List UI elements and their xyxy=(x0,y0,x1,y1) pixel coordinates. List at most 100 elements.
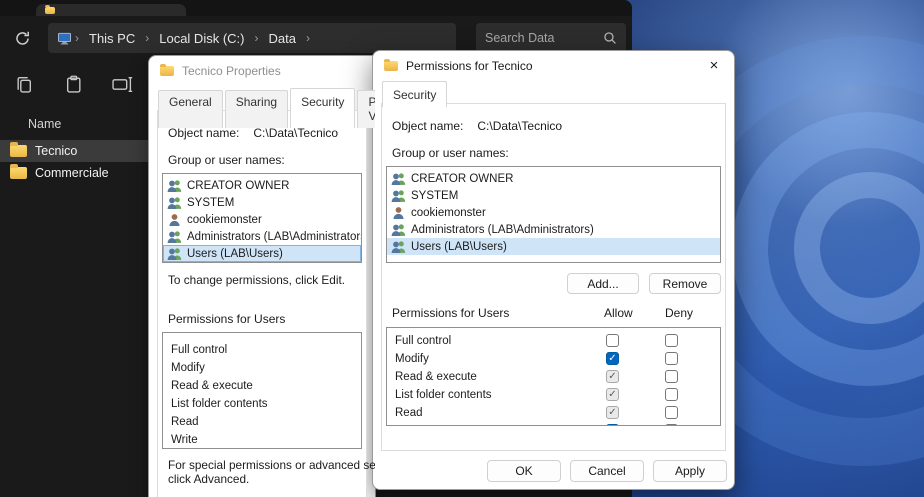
permission-row-clipped: Write xyxy=(387,422,720,426)
deny-checkbox[interactable] xyxy=(665,334,678,347)
group-name: cookiemonster xyxy=(411,207,486,219)
tab-security[interactable]: Security xyxy=(290,88,355,128)
permission-row: Full control xyxy=(387,332,720,350)
add-button[interactable]: Add... xyxy=(567,273,639,294)
permissions-dialog-icon xyxy=(384,61,398,71)
ok-button[interactable]: OK xyxy=(487,460,561,482)
group-names-label: Group or user names: xyxy=(392,146,715,160)
rename-icon[interactable] xyxy=(111,73,133,95)
group-name: CREATOR OWNER xyxy=(411,173,513,185)
group-row-selected[interactable]: Users (LAB\Users) xyxy=(387,238,720,255)
group-name: cookiemonster xyxy=(187,214,262,226)
deny-checkbox[interactable] xyxy=(665,406,678,419)
tab-general[interactable]: General xyxy=(158,90,223,128)
group-row[interactable]: CREATOR OWNER xyxy=(163,177,361,194)
tab-previous-versions[interactable]: Previous Versions xyxy=(357,90,376,128)
allow-checkbox[interactable] xyxy=(606,334,619,347)
dialog-title: Tecnico Properties xyxy=(182,64,281,78)
permissions-for-users-label: Permissions for Users xyxy=(392,306,509,320)
object-name-label: Object name: xyxy=(392,119,463,133)
group-row[interactable]: Administrators (LAB\Administrators) xyxy=(163,228,361,245)
group-list: CREATOR OWNER SYSTEM cookiemonster Admin… xyxy=(386,166,721,263)
permission-row: Read & execute xyxy=(387,368,720,386)
apply-button[interactable]: Apply xyxy=(653,460,727,482)
folder-icon xyxy=(45,7,55,14)
dialog-titlebar[interactable]: Tecnico Properties xyxy=(149,56,375,85)
permission-row[interactable]: List folder contents xyxy=(163,396,361,414)
permission-row[interactable]: Read xyxy=(163,414,361,432)
properties-tabs: General Sharing Security Previous Versio… xyxy=(158,88,376,128)
group-name: Users (LAB\Users) xyxy=(187,248,283,260)
users-group-icon xyxy=(391,172,406,185)
chevron-right-icon[interactable]: › xyxy=(251,31,261,45)
permission-row: Modify xyxy=(387,350,720,368)
group-name: SYSTEM xyxy=(187,197,234,209)
explorer-tab[interactable] xyxy=(36,4,186,16)
chevron-right-icon[interactable]: › xyxy=(142,31,152,45)
search-box[interactable] xyxy=(476,23,626,53)
deny-checkbox[interactable] xyxy=(665,370,678,383)
close-icon[interactable]: × xyxy=(694,51,734,80)
tab-security[interactable]: Security xyxy=(382,81,447,107)
search-input[interactable] xyxy=(485,31,603,45)
security-tab-page: Object name: C:\Data\Tecnico Group or us… xyxy=(381,103,726,451)
deny-checkbox[interactable] xyxy=(665,388,678,401)
chevron-right-icon[interactable]: › xyxy=(303,31,313,45)
allow-checkbox[interactable] xyxy=(606,352,619,365)
group-name: Administrators (LAB\Administrators) xyxy=(411,224,594,236)
user-icon xyxy=(391,206,406,219)
users-group-icon xyxy=(167,179,182,192)
allow-checkbox[interactable] xyxy=(606,424,619,426)
dialog-titlebar[interactable]: Permissions for Tecnico × xyxy=(373,51,734,80)
cancel-button[interactable]: Cancel xyxy=(570,460,644,482)
group-row[interactable]: cookiemonster xyxy=(163,211,361,228)
command-bar xyxy=(0,62,133,106)
group-row[interactable]: SYSTEM xyxy=(163,194,361,211)
refresh-button[interactable] xyxy=(8,24,36,52)
file-name: Tecnico xyxy=(35,144,77,158)
permission-name: List folder contents xyxy=(395,389,492,401)
deny-checkbox[interactable] xyxy=(665,424,678,426)
chevron-right-icon[interactable]: › xyxy=(72,31,82,45)
permission-row: Read xyxy=(387,404,720,422)
breadcrumb-local-disk-c[interactable]: Local Disk (C:) xyxy=(152,31,251,46)
permission-row[interactable]: Write xyxy=(163,432,361,449)
permission-name: Read & execute xyxy=(395,371,477,383)
security-tab-page: Object name: C:\Data\Tecnico Group or us… xyxy=(157,110,367,497)
permission-name: Read xyxy=(395,407,423,419)
permissions-for-users-label: Permissions for Users xyxy=(168,312,356,326)
explorer-tab-strip xyxy=(0,0,632,16)
permission-name: Modify xyxy=(395,353,429,365)
breadcrumb[interactable]: › This PC › Local Disk (C:) › Data › xyxy=(48,23,456,53)
breadcrumb-this-pc[interactable]: This PC xyxy=(82,31,142,46)
deny-checkbox[interactable] xyxy=(665,352,678,365)
allow-checkbox[interactable] xyxy=(606,370,619,383)
users-group-icon xyxy=(167,247,182,260)
users-group-icon xyxy=(167,196,182,209)
allow-checkbox[interactable] xyxy=(606,388,619,401)
group-row[interactable]: Administrators (LAB\Administrators) xyxy=(387,221,720,238)
search-icon xyxy=(603,31,617,45)
paste-icon[interactable] xyxy=(62,73,84,95)
deny-column-header: Deny xyxy=(665,306,693,320)
this-pc-icon xyxy=(57,32,72,45)
tab-sharing[interactable]: Sharing xyxy=(225,90,288,128)
group-row[interactable]: CREATOR OWNER xyxy=(387,170,720,187)
users-group-icon xyxy=(167,230,182,243)
permission-row[interactable]: Read & execute xyxy=(163,378,361,396)
group-row-selected[interactable]: Users (LAB\Users) xyxy=(163,245,361,262)
folder-icon xyxy=(10,145,27,157)
allow-checkbox[interactable] xyxy=(606,406,619,419)
properties-dialog-icon xyxy=(160,66,174,76)
copy-icon[interactable] xyxy=(13,73,35,95)
users-group-icon xyxy=(391,189,406,202)
breadcrumb-data[interactable]: Data xyxy=(261,31,302,46)
remove-button[interactable]: Remove xyxy=(649,273,721,294)
group-row[interactable]: SYSTEM xyxy=(387,187,720,204)
group-names-label: Group or user names: xyxy=(168,153,356,167)
group-row[interactable]: cookiemonster xyxy=(387,204,720,221)
permission-row[interactable]: Full control xyxy=(163,342,361,360)
permission-row: List folder contents xyxy=(387,386,720,404)
desktop: › This PC › Local Disk (C:) › Data › xyxy=(0,0,924,497)
permission-row[interactable]: Modify xyxy=(163,360,361,378)
